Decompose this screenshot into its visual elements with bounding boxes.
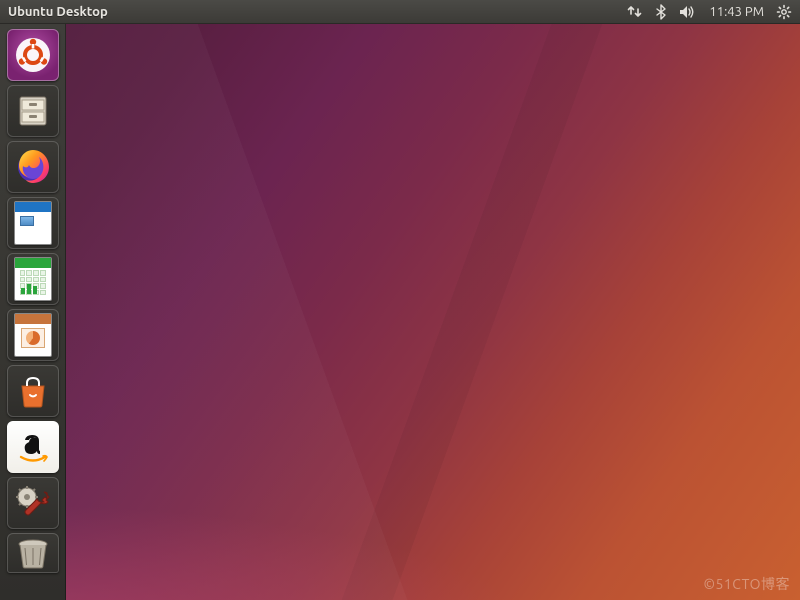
watermark-text: ©51CTO博客 xyxy=(703,574,790,594)
clock-indicator[interactable]: 11:43 PM xyxy=(709,5,764,19)
launcher-libreoffice-writer[interactable] xyxy=(7,197,59,249)
amazon-icon xyxy=(13,427,53,467)
gear-icon xyxy=(776,4,792,20)
bluetooth-icon xyxy=(655,4,667,20)
firefox-icon xyxy=(12,146,54,188)
top-menu-bar: Ubuntu Desktop 11:43 PM xyxy=(0,0,800,24)
impress-presentation-icon xyxy=(14,313,52,357)
volume-high-icon xyxy=(679,4,697,20)
network-updown-icon xyxy=(627,4,643,20)
launcher-ubuntu-software[interactable] xyxy=(7,365,59,417)
launcher-system-settings[interactable] xyxy=(7,477,59,529)
launcher-dash[interactable] xyxy=(7,29,59,81)
bluetooth-indicator[interactable] xyxy=(655,4,667,20)
active-app-title: Ubuntu Desktop xyxy=(8,5,108,19)
launcher-files[interactable] xyxy=(7,85,59,137)
calc-spreadsheet-icon xyxy=(14,257,52,301)
unity-launcher xyxy=(0,24,66,600)
sound-indicator[interactable] xyxy=(679,4,697,20)
desktop-wallpaper[interactable]: Ubuntu Desktop 11:43 PM xyxy=(0,0,800,600)
trash-icon xyxy=(13,536,53,570)
system-indicators: 11:43 PM xyxy=(627,4,792,20)
file-cabinet-icon xyxy=(13,91,53,131)
launcher-libreoffice-impress[interactable] xyxy=(7,309,59,361)
launcher-libreoffice-calc[interactable] xyxy=(7,253,59,305)
shopping-bag-icon xyxy=(13,371,53,411)
ubuntu-logo-icon xyxy=(13,35,53,75)
writer-document-icon xyxy=(14,201,52,245)
launcher-trash[interactable] xyxy=(7,533,59,573)
wrench-gear-icon xyxy=(12,482,54,524)
network-indicator[interactable] xyxy=(627,4,643,20)
launcher-amazon[interactable] xyxy=(7,421,59,473)
launcher-firefox[interactable] xyxy=(7,141,59,193)
session-indicator[interactable] xyxy=(776,4,792,20)
